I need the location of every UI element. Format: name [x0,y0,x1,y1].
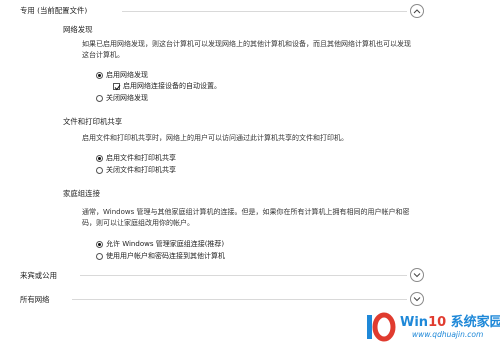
homegroup-title: 家庭组连接 [63,189,100,198]
chevron-down-icon [413,273,421,278]
file-sharing-on-radio[interactable] [96,155,103,162]
file-sharing-title: 文件和打印机共享 [63,117,123,126]
divider [72,299,407,300]
file-sharing-off-radio[interactable] [96,167,103,174]
file-sharing-description: 启用文件和打印机共享时，网络上的用户可以访问通过此计算机共享的文件和打印机。 [82,134,348,142]
network-discovery-on-label[interactable]: 启用网络发现 [106,70,148,80]
watermark-url: www.qdhuajin.com [412,330,484,339]
homegroup-user-label[interactable]: 使用用户帐户和密码连接到其他计算机 [106,251,225,261]
private-profile-header[interactable]: 专用 (当前配置文件) [20,5,87,16]
chevron-up-icon [413,9,421,14]
divider [80,275,407,276]
file-sharing-off-label[interactable]: 关闭文件和打印机共享 [106,165,176,175]
all-networks-header[interactable]: 所有网络 [20,294,50,305]
network-discovery-off-label[interactable]: 关闭网络发现 [106,93,148,103]
file-sharing-on-label[interactable]: 启用文件和打印机共享 [106,153,176,163]
watermark-title: Win10 系统家园 [400,311,500,330]
watermark-site: 系统家园 [446,315,500,330]
chevron-down-icon [413,297,421,302]
guest-profile-header[interactable]: 来宾或公用 [20,270,57,281]
auto-setup-label[interactable]: 启用网络连接设备的自动设置。 [123,81,221,91]
homegroup-allow-radio[interactable] [96,241,103,248]
checkmark-icon [114,84,121,91]
collapse-private-button[interactable] [410,4,424,18]
auto-setup-checkbox[interactable] [113,83,121,91]
network-discovery-description: 如果已启用网络发现，则这台计算机可以发现网络上的其他计算机和设备，而且其他网络计… [82,40,411,59]
network-discovery-on-radio[interactable] [96,72,103,79]
homegroup-description: 通常，Windows 管理与其他家庭组计算机的连接。但是，如果你在所有计算机上拥… [82,208,410,227]
expand-all-networks-button[interactable] [410,292,424,306]
network-discovery-title: 网络发现 [63,25,93,34]
watermark-ten: 10 [428,315,447,330]
divider [122,11,407,12]
network-discovery-off-radio[interactable] [96,95,103,102]
expand-guest-button[interactable] [410,268,424,282]
homegroup-allow-label[interactable]: 允许 Windows 管理家庭组连接(推荐) [106,239,224,249]
homegroup-user-radio[interactable] [96,253,103,260]
watermark-win: Win [400,315,429,330]
win10-logo-icon [366,312,398,344]
